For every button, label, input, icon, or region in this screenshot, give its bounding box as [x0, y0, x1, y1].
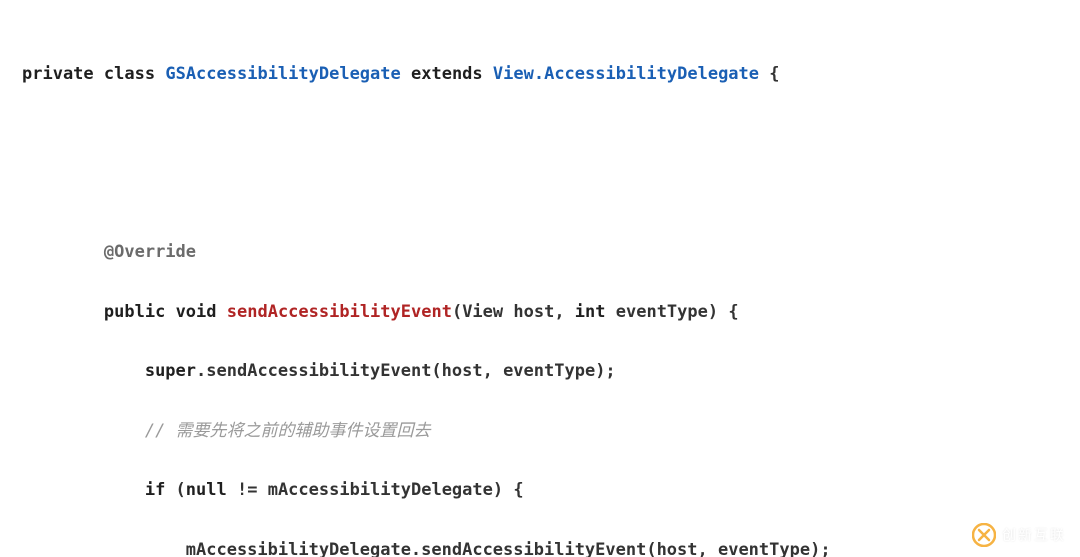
- kw-private: private: [22, 64, 94, 84]
- code-line: super.sendAccessibilityEvent(host, event…: [22, 357, 1058, 387]
- comment-line-1: // 需要先将之前的辅助事件设置回去: [145, 421, 431, 441]
- method-name: sendAccessibilityEvent: [227, 302, 452, 322]
- super-class: View.AccessibilityDelegate: [493, 64, 759, 84]
- paren-close: ): [708, 302, 718, 322]
- code-line: mAccessibilityDelegate.sendAccessibility…: [22, 536, 1058, 557]
- brace-open: {: [513, 480, 523, 500]
- delegate-call: mAccessibilityDelegate.sendAccessibility…: [186, 540, 831, 557]
- param-eventtype: eventType: [606, 302, 708, 322]
- kw-if: if: [145, 480, 165, 500]
- if-close: ): [493, 480, 513, 500]
- code-block: private class GSAccessibilityDelegate ex…: [0, 0, 1080, 557]
- neq: !=: [227, 480, 268, 500]
- kw-super: super: [145, 361, 196, 381]
- code-line: public void sendAccessibilityEvent(View …: [22, 298, 1058, 328]
- kw-null: null: [186, 480, 227, 500]
- kw-int: int: [575, 302, 606, 322]
- super-send-call: sendAccessibilityEvent(host, eventType);: [206, 361, 615, 381]
- annotation-override: @Override: [104, 242, 196, 262]
- paren-open: (: [452, 302, 462, 322]
- kw-class: class: [104, 64, 155, 84]
- if-open: (: [165, 480, 185, 500]
- code-line: [22, 179, 1058, 209]
- code-line: // 需要先将之前的辅助事件设置回去: [22, 417, 1058, 447]
- kw-public: public: [104, 302, 165, 322]
- code-line: if (null != mAccessibilityDelegate) {: [22, 476, 1058, 506]
- code-line: @Override: [22, 238, 1058, 268]
- param-view: View host: [462, 302, 554, 322]
- dot: .: [196, 361, 206, 381]
- kw-void: void: [176, 302, 217, 322]
- code-line: [22, 119, 1058, 149]
- class-name: GSAccessibilityDelegate: [165, 64, 400, 84]
- param-sep: ,: [554, 302, 574, 322]
- brace-open: {: [769, 64, 779, 84]
- brace-open: {: [728, 302, 738, 322]
- delegate-var: mAccessibilityDelegate: [268, 480, 493, 500]
- code-line: private class GSAccessibilityDelegate ex…: [22, 60, 1058, 90]
- kw-extends: extends: [411, 64, 483, 84]
